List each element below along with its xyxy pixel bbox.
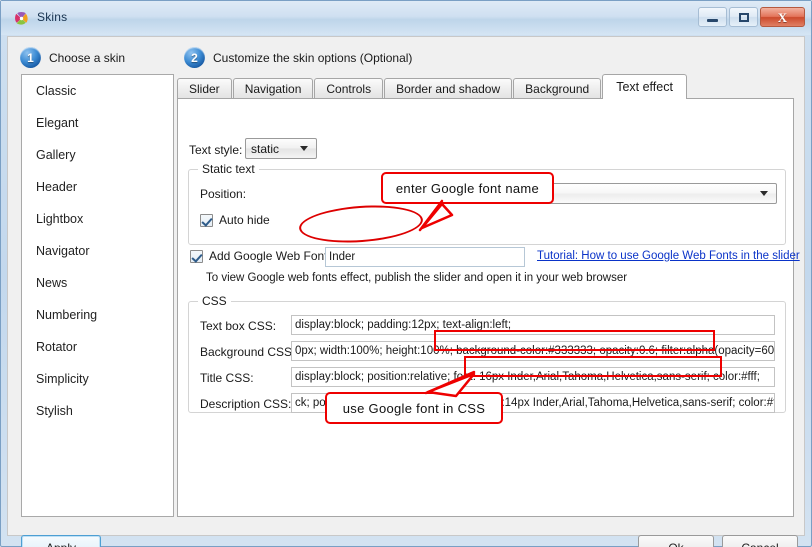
skins-app-icon [15,11,28,25]
skin-item-navigator[interactable]: Navigator [22,235,173,267]
text-style-select[interactable]: static [245,138,317,159]
ok-button[interactable]: Ok [638,535,714,547]
apply-button[interactable]: Apply [21,535,101,547]
tab-text-effect[interactable]: Text effect [602,74,687,99]
skin-item-simplicity[interactable]: Simplicity [22,363,173,395]
background-css-label: Background CSS: [200,345,296,359]
skins-dialog-window: Skins X 1 Choose a skin 2 Customize the … [0,0,812,547]
text-box-css-input[interactable]: display:block; padding:12px; text-align:… [291,315,775,335]
close-button[interactable]: X [760,7,805,27]
skin-item-news[interactable]: News [22,267,173,299]
static-text-group: Static text [188,162,786,245]
tab-strip: Slider Navigation Controls Border and sh… [177,74,794,99]
tab-border-and-shadow[interactable]: Border and shadow [384,78,513,99]
text-style-label: Text style: [189,143,243,157]
step-customize-options: 2 Customize the skin options (Optional) [184,47,412,68]
minimize-button[interactable] [698,7,727,27]
cancel-button[interactable]: Cancel [722,535,798,547]
skin-item-lightbox[interactable]: Lightbox [22,203,173,235]
window-controls: X [698,7,805,27]
skin-item-header[interactable]: Header [22,171,173,203]
auto-hide-checkbox[interactable]: Auto hide [200,213,270,227]
tab-slider[interactable]: Slider [177,78,232,99]
skin-item-elegant[interactable]: Elegant [22,107,173,139]
static-text-group-title: Static text [198,162,259,176]
add-google-web-fonts-label: Add Google Web Fonts: [209,249,337,263]
text-style-value: static [251,141,280,156]
step-choose-skin: 1 Choose a skin [20,47,125,68]
skin-item-stylish[interactable]: Stylish [22,395,173,427]
description-css-input[interactable]: ck; position:relative; margin-top:4px; f… [291,393,775,413]
position-select[interactable]: bottom [490,183,777,204]
text-effect-panel: Text style: static Static text Position:… [177,98,800,517]
step-1-label: Choose a skin [49,50,126,65]
title-css-input[interactable]: display:block; position:relative; font: … [291,367,775,387]
skin-item-classic[interactable]: Classic [22,75,173,107]
step-1-badge: 1 [20,47,41,68]
css-group-title: CSS [198,294,231,308]
close-icon: X [777,9,788,25]
checkmark-icon [190,249,203,263]
background-css-input[interactable]: 0px; width:100%; height:100%; background… [291,341,775,361]
dialog-client-area: 1 Choose a skin 2 Customize the skin opt… [7,36,805,547]
position-value: bottom [496,186,533,201]
tab-navigation[interactable]: Navigation [232,78,314,99]
add-google-web-fonts-checkbox[interactable]: Add Google Web Fonts: [190,249,337,263]
chevron-down-icon [300,146,308,151]
google-fonts-hint: To view Google web fonts effect, publish… [206,272,628,284]
maximize-button[interactable] [729,7,758,27]
skin-list[interactable]: Classic Elegant Gallery Header Lightbox … [21,74,174,517]
step-2-badge: 2 [184,47,205,68]
title-bar: Skins X [1,1,811,35]
title-css-label: Title CSS: [200,371,254,385]
description-css-label: Description CSS: [200,397,292,411]
checkmark-icon [200,213,213,227]
text-box-css-label: Text box CSS: [200,319,277,333]
position-label: Position: [200,187,247,201]
skin-item-numbering[interactable]: Numbering [22,299,173,331]
chevron-down-icon [760,191,768,196]
maximize-icon [738,12,749,22]
skin-item-rotator[interactable]: Rotator [22,331,173,363]
minimize-icon [707,18,718,22]
google-font-name-input[interactable]: Inder [325,247,525,267]
tab-controls[interactable]: Controls [314,78,384,99]
skin-item-gallery[interactable]: Gallery [22,139,173,171]
step-2-label: Customize the skin options (Optional) [213,50,413,65]
auto-hide-label: Auto hide [219,213,270,227]
window-title: Skins [37,10,68,24]
google-fonts-tutorial-link[interactable]: Tutorial: How to use Google Web Fonts in… [537,250,800,262]
tab-background[interactable]: Background [513,78,602,99]
